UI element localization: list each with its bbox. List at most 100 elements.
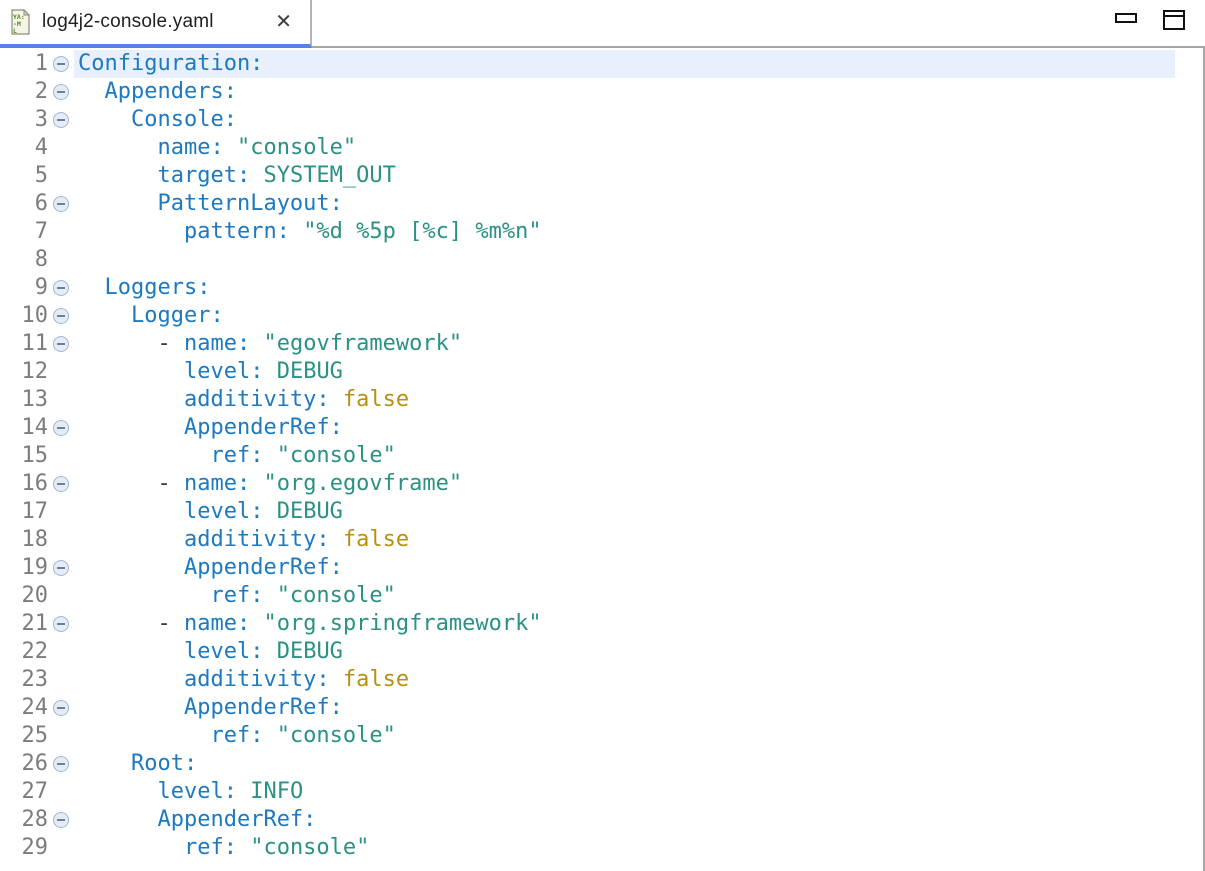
code-line-text[interactable] [74, 246, 1175, 274]
code-line-text[interactable]: AppenderRef: [74, 694, 1175, 722]
code-line: 8 [0, 246, 1175, 274]
code-line-text[interactable]: - name: "org.springframework" [74, 610, 1175, 638]
fold-column [48, 414, 74, 442]
fold-toggle-icon[interactable] [53, 756, 69, 772]
code-lines-area[interactable]: 1Configuration:2 Appenders:3 Console:4 n… [0, 48, 1175, 871]
line-number: 11 [0, 330, 48, 358]
minimize-icon[interactable] [1115, 13, 1137, 23]
line-number: 12 [0, 358, 48, 386]
yaml-icon-text-3: L [13, 27, 17, 35]
code-line-text[interactable]: AppenderRef: [74, 806, 1175, 834]
code-line: 2 Appenders: [0, 78, 1175, 106]
code-line-text[interactable]: - name: "org.egovframe" [74, 470, 1175, 498]
fold-toggle-icon[interactable] [53, 616, 69, 632]
line-number: 14 [0, 414, 48, 442]
editor-window: YA: -M L log4j2-console.yaml ✕ 1Configur… [0, 0, 1205, 871]
code-line: 4 name: "console" [0, 134, 1175, 162]
code-line-text[interactable]: ref: "console" [74, 722, 1175, 750]
code-line-text[interactable]: level: DEBUG [74, 498, 1175, 526]
code-line-text[interactable]: additivity: false [74, 666, 1175, 694]
fold-column [48, 638, 74, 666]
code-line-text[interactable]: ref: "console" [74, 582, 1175, 610]
fold-toggle-icon[interactable] [53, 336, 69, 352]
code-line-text[interactable]: Root: [74, 750, 1175, 778]
code-line: 19 AppenderRef: [0, 554, 1175, 582]
line-number: 24 [0, 694, 48, 722]
fold-column [48, 330, 74, 358]
code-line-text[interactable]: Appenders: [74, 78, 1175, 106]
token-p [263, 639, 276, 664]
fold-toggle-icon[interactable] [53, 560, 69, 576]
code-line-text[interactable]: level: INFO [74, 778, 1175, 806]
fold-toggle-icon[interactable] [53, 700, 69, 716]
token-k: Logger: [131, 303, 224, 328]
code-line-text[interactable]: Loggers: [74, 274, 1175, 302]
token-p [330, 667, 343, 692]
code-line-text[interactable]: additivity: false [74, 526, 1175, 554]
line-number: 8 [0, 246, 48, 274]
token-k: level: [157, 779, 236, 804]
token-b: false [343, 667, 409, 692]
code-editor[interactable]: 1Configuration:2 Appenders:3 Console:4 n… [0, 48, 1205, 871]
token-k: AppenderRef: [184, 555, 343, 580]
code-line-text[interactable]: - name: "egovframework" [74, 330, 1175, 358]
token-s: "egovframework" [263, 331, 462, 356]
tab-bar-spacer [312, 0, 1205, 48]
code-line-text[interactable]: target: SYSTEM_OUT [74, 162, 1175, 190]
line-number: 4 [0, 134, 48, 162]
line-number: 23 [0, 666, 48, 694]
code-line-text[interactable]: additivity: false [74, 386, 1175, 414]
line-number: 3 [0, 106, 48, 134]
fold-toggle-icon[interactable] [53, 812, 69, 828]
line-number: 29 [0, 834, 48, 862]
code-line-text[interactable]: Console: [74, 106, 1175, 134]
fold-column [48, 778, 74, 806]
code-line: 28 AppenderRef: [0, 806, 1175, 834]
code-line-text[interactable]: AppenderRef: [74, 414, 1175, 442]
code-line-text[interactable]: level: DEBUG [74, 638, 1175, 666]
token-k: PatternLayout: [157, 191, 342, 216]
fold-toggle-icon[interactable] [53, 56, 69, 72]
token-k: name: [184, 331, 250, 356]
line-number: 28 [0, 806, 48, 834]
code-line: 15 ref: "console" [0, 442, 1175, 470]
fold-column [48, 442, 74, 470]
code-line: 1Configuration: [0, 50, 1175, 78]
tab-log4j2-console-yaml[interactable]: YA: -M L log4j2-console.yaml ✕ [0, 0, 312, 48]
code-line-text[interactable]: ref: "console" [74, 442, 1175, 470]
maximize-icon[interactable] [1163, 10, 1185, 30]
line-number: 13 [0, 386, 48, 414]
fold-toggle-icon[interactable] [53, 84, 69, 100]
fold-toggle-icon[interactable] [53, 112, 69, 128]
token-s: "console" [237, 135, 356, 160]
fold-column [48, 50, 74, 78]
fold-column [48, 470, 74, 498]
code-line-text[interactable]: Logger: [74, 302, 1175, 330]
fold-toggle-icon[interactable] [53, 308, 69, 324]
token-d: - [157, 611, 184, 636]
tab-title: log4j2-console.yaml [42, 11, 214, 33]
code-line-text[interactable]: pattern: "%d %5p [%c] %m%n" [74, 218, 1175, 246]
code-line: 24 AppenderRef: [0, 694, 1175, 722]
token-k: Appenders: [105, 79, 237, 104]
token-p [330, 527, 343, 552]
fold-toggle-icon[interactable] [53, 196, 69, 212]
line-number: 5 [0, 162, 48, 190]
fold-toggle-icon[interactable] [53, 420, 69, 436]
line-number: 15 [0, 442, 48, 470]
token-d: - [157, 331, 184, 356]
code-line-text[interactable]: ref: "console" [74, 834, 1175, 862]
fold-toggle-icon[interactable] [53, 476, 69, 492]
fold-toggle-icon[interactable] [53, 280, 69, 296]
code-line-text[interactable]: Configuration: [74, 50, 1175, 78]
token-p [263, 499, 276, 524]
line-number: 16 [0, 470, 48, 498]
code-line-text[interactable]: AppenderRef: [74, 554, 1175, 582]
code-line-text[interactable]: level: DEBUG [74, 358, 1175, 386]
close-icon[interactable]: ✕ [275, 12, 292, 32]
token-p [224, 135, 237, 160]
code-line-text[interactable]: PatternLayout: [74, 190, 1175, 218]
line-number: 26 [0, 750, 48, 778]
code-line-text[interactable]: name: "console" [74, 134, 1175, 162]
token-k: AppenderRef: [184, 415, 343, 440]
